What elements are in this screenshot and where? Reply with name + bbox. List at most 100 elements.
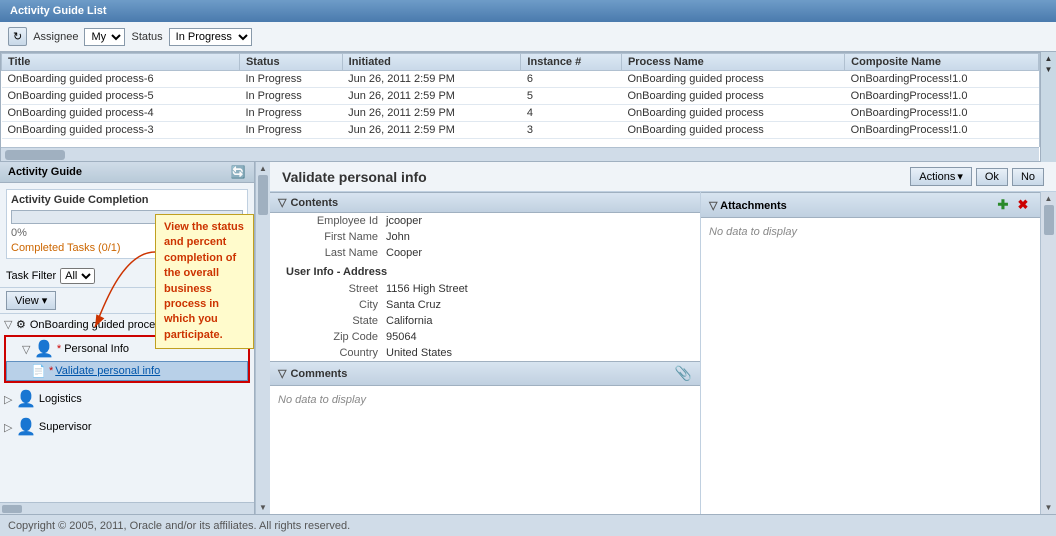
no-button[interactable]: No bbox=[1012, 168, 1044, 186]
cell-process: OnBoarding guided process bbox=[621, 88, 844, 105]
left-panel-wrapper: Activity Guide 🔄 Activity Guide Completi… bbox=[0, 162, 270, 514]
col-status: Status bbox=[239, 54, 342, 71]
list-item[interactable]: OnBoarding guided process-3 In Progress … bbox=[2, 122, 1055, 139]
comments-section-header[interactable]: ▽ Comments 📎 bbox=[270, 361, 700, 386]
list-area: Title Status Initiated Instance # Proces… bbox=[0, 52, 1056, 162]
required-star: * bbox=[57, 343, 61, 355]
zip-label: Zip Code bbox=[286, 331, 386, 343]
rp-scroll-up[interactable]: ▲ bbox=[1045, 194, 1053, 203]
street-value: 1156 High Street bbox=[386, 283, 468, 295]
tooltip1-text: View the status and percent completion o… bbox=[164, 221, 244, 341]
first-name-value: John bbox=[386, 231, 410, 243]
cell-title: OnBoarding guided process-6 bbox=[2, 71, 240, 88]
milestone-label: Personal Info bbox=[64, 343, 129, 355]
actions-label: Actions bbox=[919, 171, 955, 183]
comments-label: Comments bbox=[290, 368, 347, 380]
attachments-toggle-label: ▽ Attachments bbox=[709, 199, 787, 212]
employee-id-row: Employee Id jcooper bbox=[270, 213, 700, 229]
comments-toggle[interactable]: ▽ bbox=[278, 367, 286, 380]
cell-status: In Progress bbox=[239, 122, 342, 139]
lp-scroll-down[interactable]: ▼ bbox=[259, 503, 267, 512]
root-toggle[interactable]: ▽ bbox=[4, 318, 16, 331]
footer: Copyright © 2005, 2011, Oracle and/or it… bbox=[0, 514, 1056, 536]
view-button[interactable]: View ▾ bbox=[6, 291, 56, 310]
user-info-header: User Info - Address bbox=[270, 263, 700, 281]
col-instance: Instance # bbox=[521, 54, 622, 71]
cell-status: In Progress bbox=[239, 71, 342, 88]
cell-composite: OnBoardingProcess!1.0 bbox=[845, 105, 1039, 122]
country-row: Country United States bbox=[270, 345, 700, 361]
nav-down[interactable]: ▼ bbox=[1045, 65, 1053, 74]
cell-instance: 3 bbox=[521, 122, 622, 139]
tree-supervisor[interactable]: ▷ 👤 Supervisor bbox=[0, 415, 254, 439]
state-value: California bbox=[386, 315, 432, 327]
footer-text: Copyright © 2005, 2011, Oracle and/or it… bbox=[8, 520, 350, 532]
completed-value: (0/1) bbox=[98, 242, 121, 254]
street-row: Street 1156 High Street bbox=[270, 281, 700, 297]
lp-scroll-up[interactable]: ▲ bbox=[259, 164, 267, 173]
cell-instance: 6 bbox=[521, 71, 622, 88]
supervisor-label: Supervisor bbox=[39, 421, 92, 433]
cell-composite: OnBoardingProcess!1.0 bbox=[845, 71, 1039, 88]
cell-process: OnBoarding guided process bbox=[621, 71, 844, 88]
form-body: ▽ Contents Employee Id jcooper First Nam… bbox=[270, 192, 1056, 514]
status-label: Status bbox=[131, 31, 162, 43]
logistics-toggle[interactable]: ▷ bbox=[4, 393, 16, 406]
person-icon: 👤 bbox=[34, 339, 54, 359]
list-item[interactable]: OnBoarding guided process-5 In Progress … bbox=[2, 88, 1055, 105]
state-row: State California bbox=[270, 313, 700, 329]
logistics-label: Logistics bbox=[39, 393, 82, 405]
cell-title: OnBoarding guided process-4 bbox=[2, 105, 240, 122]
first-name-row: First Name John bbox=[270, 229, 700, 245]
cell-initiated: Jun 26, 2011 2:59 PM bbox=[342, 105, 521, 122]
city-row: City Santa Cruz bbox=[270, 297, 700, 313]
completed-label: Completed Tasks bbox=[11, 242, 95, 254]
task-star: * bbox=[49, 365, 53, 377]
col-title: Title bbox=[2, 54, 240, 71]
actions-chevron: ▾ bbox=[957, 170, 963, 183]
street-label: Street bbox=[286, 283, 386, 295]
contents-section-header[interactable]: ▽ Contents bbox=[270, 192, 700, 213]
task-validate[interactable]: 📄 * Validate personal info bbox=[6, 361, 248, 381]
left-panel: Activity Guide 🔄 Activity Guide Completi… bbox=[0, 162, 255, 514]
list-area-wrapper: Title Status Initiated Instance # Proces… bbox=[0, 52, 1056, 162]
activity-guide-title: Activity Guide bbox=[8, 166, 82, 178]
status-select[interactable]: In Progress Completed All bbox=[169, 28, 252, 46]
contents-toggle[interactable]: ▽ bbox=[278, 196, 286, 209]
list-item[interactable]: OnBoarding guided process-4 In Progress … bbox=[2, 105, 1055, 122]
actions-button[interactable]: Actions ▾ bbox=[910, 167, 972, 186]
supervisor-icon: 👤 bbox=[16, 417, 36, 437]
cell-status: In Progress bbox=[239, 105, 342, 122]
add-attachment-button[interactable]: ✚ bbox=[994, 196, 1012, 214]
tree-hscroll[interactable] bbox=[0, 502, 254, 514]
task-filter-select[interactable]: All bbox=[60, 268, 95, 284]
nav-up[interactable]: ▲ bbox=[1045, 54, 1053, 63]
right-scrollbar[interactable]: ▲ ▼ bbox=[1040, 192, 1056, 514]
tree-logistics[interactable]: ▷ 👤 Logistics bbox=[0, 387, 254, 411]
supervisor-toggle[interactable]: ▷ bbox=[4, 421, 16, 434]
comments-no-data: No data to display bbox=[278, 394, 366, 406]
list-item[interactable]: OnBoarding guided process-6 In Progress … bbox=[2, 71, 1055, 88]
comments-icon[interactable]: 📎 bbox=[675, 365, 692, 382]
cell-status: In Progress bbox=[239, 88, 342, 105]
cell-composite: OnBoardingProcess!1.0 bbox=[845, 88, 1039, 105]
attachments-no-data: No data to display bbox=[709, 226, 797, 238]
ok-button[interactable]: Ok bbox=[976, 168, 1008, 186]
refresh-button[interactable]: ↻ bbox=[8, 27, 27, 46]
delete-attachment-button[interactable]: ✖ bbox=[1014, 196, 1032, 214]
activity-guide-header: Activity Guide 🔄 bbox=[0, 162, 254, 183]
assignee-select[interactable]: My bbox=[84, 28, 125, 46]
cell-title: OnBoarding guided process-5 bbox=[2, 88, 240, 105]
country-value: United States bbox=[386, 347, 452, 359]
task-icon: 📄 bbox=[31, 364, 46, 378]
cell-instance: 4 bbox=[521, 105, 622, 122]
first-name-label: First Name bbox=[286, 231, 386, 243]
attachments-toggle[interactable]: ▽ bbox=[709, 200, 717, 212]
cell-process: OnBoarding guided process bbox=[621, 122, 844, 139]
milestone-toggle[interactable]: ▽ bbox=[22, 343, 34, 356]
task-label: Validate personal info bbox=[55, 365, 160, 377]
cell-composite: OnBoardingProcess!1.0 bbox=[845, 122, 1039, 139]
process-list-table: Title Status Initiated Instance # Proces… bbox=[1, 53, 1055, 139]
rp-scroll-down[interactable]: ▼ bbox=[1045, 503, 1053, 512]
left-panel-scrollbar[interactable]: ▲ ▼ bbox=[255, 162, 270, 514]
